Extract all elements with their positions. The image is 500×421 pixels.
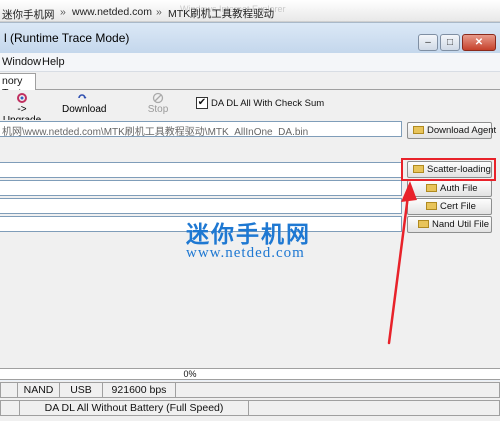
breadcrumb-separator: »: [156, 6, 162, 18]
status-cell-empty: [248, 400, 500, 416]
status-bar: NAND USB 921600 bps DA DL All Without Ba…: [0, 381, 500, 421]
auth-file-label: Auth File: [440, 183, 478, 194]
window-title-bar[interactable]: l (Runtime Trace Mode) – □ ✕: [0, 23, 500, 53]
maximize-button[interactable]: □: [440, 34, 460, 51]
cert-file-label: Cert File: [440, 201, 476, 212]
menu-bar: Window Help: [0, 53, 500, 72]
download-agent-path-field[interactable]: 机网\www.netded.com\MTK刷机工具教程驱动\MTK_AllInO…: [0, 121, 402, 137]
cert-path-field[interactable]: [0, 198, 402, 214]
status-mode: DA DL All Without Battery (Full Speed): [19, 400, 249, 416]
download-button[interactable]: Download: [62, 90, 106, 115]
status-storage: NAND: [17, 382, 60, 398]
auth-path-field[interactable]: [0, 180, 402, 196]
status-baud: 921600 bps: [102, 382, 176, 398]
checksum-label: DA DL All With Check Sum: [211, 98, 325, 109]
progress-text: 0%: [183, 369, 197, 379]
close-button[interactable]: ✕: [462, 34, 496, 51]
folder-icon: [413, 126, 424, 134]
menu-help[interactable]: Help: [42, 56, 65, 68]
minimize-button[interactable]: –: [418, 34, 438, 51]
breadcrumb-domain[interactable]: www.netded.com: [72, 6, 152, 18]
watermark-url: www.netded.com: [186, 245, 305, 261]
folder-icon: [426, 184, 437, 192]
checksum-checkbox[interactable]: ✔: [196, 97, 208, 109]
stop-button[interactable]: Stop: [144, 90, 172, 115]
menu-window[interactable]: Window: [2, 56, 41, 68]
window-title: l (Runtime Trace Mode): [4, 31, 130, 45]
scatter-path-field[interactable]: [0, 162, 402, 178]
download-agent-label: Download Agent: [427, 125, 497, 136]
breadcrumb-category[interactable]: MTK刷机工具教程驱动: [168, 6, 274, 21]
stop-label: Stop: [147, 104, 169, 115]
tab-strip: nory Test: [0, 72, 500, 99]
status-port: USB: [59, 382, 103, 398]
download-agent-button[interactable]: Download Agent: [407, 122, 496, 139]
toolbar: -> Upgrade Download Stop ✔ DA DL All Wit…: [0, 90, 500, 126]
tab-memory-test[interactable]: nory Test: [0, 73, 36, 99]
status-cell-empty: [0, 400, 20, 416]
flash-tool-window: l (Runtime Trace Mode) – □ ✕ Window Help…: [0, 22, 500, 421]
nand-util-file-label: Nand Util File: [432, 219, 490, 230]
folder-icon: [426, 202, 437, 210]
stop-icon: [152, 92, 164, 104]
progress-bar: 0%: [0, 368, 500, 380]
upgrade-icon: [17, 93, 27, 103]
file-panel: 机网\www.netded.com\MTK刷机工具教程驱动\MTK_AllInO…: [0, 120, 500, 368]
download-icon: [78, 94, 87, 99]
browser-title-bar: … Windows Internet Explorer 迷你手机网 » www.…: [0, 0, 500, 22]
red-arrow-annotation: [387, 181, 417, 345]
breadcrumb-separator: »: [60, 6, 66, 18]
status-cell-empty: [0, 382, 18, 398]
download-label: Download: [62, 104, 107, 115]
highlight-box: [401, 158, 496, 181]
breadcrumb-site[interactable]: 迷你手机网: [2, 7, 55, 22]
status-cell-empty: [175, 382, 500, 398]
watermark-title: 迷你手机网: [186, 221, 311, 247]
